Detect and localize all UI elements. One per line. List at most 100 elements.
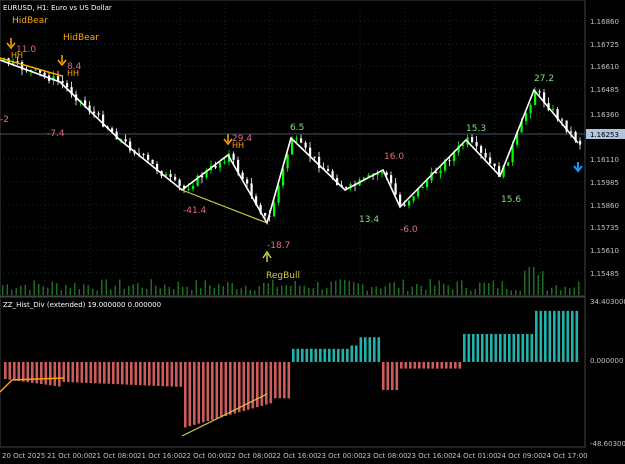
histogram-bar <box>161 362 165 387</box>
price-tick: 1.16610 <box>590 63 619 71</box>
histogram-bar <box>260 362 264 406</box>
volume-bar <box>321 289 323 295</box>
histogram-bar <box>103 362 106 384</box>
volume-bar <box>564 286 566 295</box>
price-tick: 1.16360 <box>590 111 619 119</box>
volume-bar <box>290 285 292 295</box>
histogram-bar <box>427 362 430 369</box>
volume-bar <box>60 290 62 295</box>
candle-body <box>529 104 532 114</box>
indicator-panel[interactable] <box>0 296 586 448</box>
time-tick: 22 Oct 16:00 <box>272 452 318 460</box>
volume-bar <box>389 282 391 295</box>
volume-bar <box>276 287 278 295</box>
histogram-bar <box>517 333 520 362</box>
candle-body <box>399 194 402 205</box>
candle-body <box>475 142 478 147</box>
price-tick: 1.15985 <box>590 179 619 187</box>
histogram-bar <box>44 362 48 385</box>
volume-bar <box>326 287 328 295</box>
candle-body <box>178 179 181 186</box>
trading-chart[interactable]: 1.16860 1.16725 1.16610 1.16485 1.16360 … <box>0 0 625 464</box>
candle-body <box>394 183 397 195</box>
volume-bar <box>24 284 26 295</box>
symbol-title: EURUSD, H1: Euro vs US Dollar <box>3 4 112 12</box>
histogram-bar <box>391 362 394 391</box>
histogram-bar <box>319 348 322 362</box>
candle-body <box>561 119 564 121</box>
volume-bar <box>411 286 413 295</box>
zz-label: 15.6 <box>501 195 521 205</box>
volume-bar <box>447 285 449 295</box>
histogram-bar <box>544 310 547 362</box>
candle-body <box>142 153 145 155</box>
candle-body <box>412 196 415 201</box>
candle-body <box>327 168 330 172</box>
histogram-bar <box>53 362 57 386</box>
volume-bar <box>569 288 571 295</box>
volume-bar <box>438 280 440 295</box>
volume-bar <box>42 286 44 295</box>
histogram-bar <box>283 362 286 399</box>
volume-bar <box>546 290 548 295</box>
candle-body <box>493 163 496 167</box>
histogram-bar <box>404 362 408 369</box>
price-tick: 1.16860 <box>590 18 619 26</box>
histogram-bar <box>382 362 385 391</box>
volume-bar <box>137 282 139 295</box>
volume-bar <box>456 281 458 295</box>
volume-bar <box>182 286 184 295</box>
volume-bar <box>519 290 521 295</box>
volume-bar <box>87 285 89 295</box>
price-axis: 1.16860 1.16725 1.16610 1.16485 1.16360 … <box>590 18 619 278</box>
histogram-bar <box>575 310 579 362</box>
candle-body <box>34 69 37 71</box>
histogram-bar <box>8 362 12 380</box>
volume-bar <box>573 287 575 295</box>
hidbear-label-2: HidBear <box>63 33 99 43</box>
histogram-bar <box>553 310 556 362</box>
histogram-bar <box>121 362 124 385</box>
candle-body <box>174 176 177 180</box>
candle-body <box>219 162 222 168</box>
volume-bar <box>231 283 233 295</box>
time-tick: 24 Oct 09:00 <box>497 452 543 460</box>
volume-bar <box>348 280 350 295</box>
candle-body <box>277 185 280 203</box>
histogram-bar <box>85 362 88 383</box>
histogram-bar <box>476 333 480 362</box>
candle-body <box>471 137 474 143</box>
volume-bar <box>357 283 359 295</box>
candle-body <box>448 160 451 162</box>
volume-bar <box>209 285 211 295</box>
volume-bar <box>105 279 107 295</box>
zz-label: 16.0 <box>384 152 404 162</box>
candle-body <box>435 172 438 174</box>
candle-body <box>507 162 510 166</box>
zz-label: -18.7 <box>267 241 290 251</box>
zz-label: 8.4 <box>67 62 82 72</box>
histogram-bar <box>40 362 43 384</box>
volume-bar <box>560 290 562 295</box>
volume-bar <box>150 279 152 295</box>
histogram-bar <box>350 345 354 362</box>
histogram-bar <box>143 362 147 386</box>
histogram-bar <box>400 362 403 369</box>
histogram-bar <box>125 362 129 385</box>
time-tick: 24 Oct 01:00 <box>452 452 498 460</box>
histogram-bar <box>188 362 192 427</box>
histogram-bar <box>305 348 309 362</box>
histogram-bar <box>224 362 228 417</box>
volume-bar <box>429 279 431 295</box>
histogram-bar <box>112 362 115 385</box>
histogram-bar <box>458 362 462 369</box>
histogram-bar <box>409 362 412 369</box>
volume-bar <box>461 280 463 295</box>
histogram-bar <box>521 333 525 362</box>
volume-bar <box>20 285 22 295</box>
volume-bar <box>159 288 161 295</box>
volume-bar <box>200 288 202 295</box>
volume-bar <box>398 287 400 295</box>
candle-body <box>246 179 249 184</box>
indicator-tick: -48.603000 <box>590 440 625 448</box>
